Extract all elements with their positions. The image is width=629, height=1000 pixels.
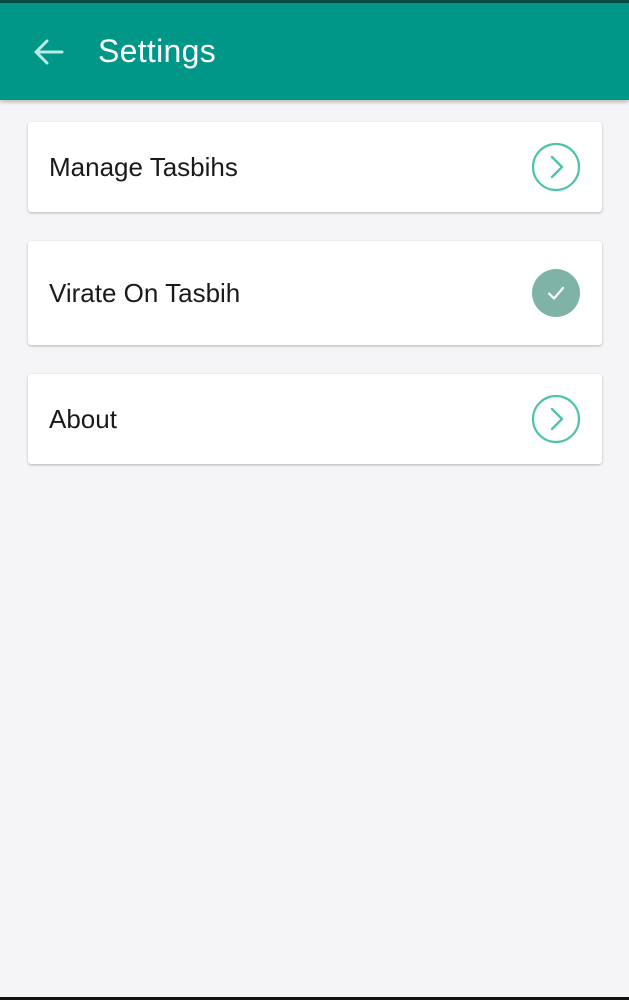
settings-item-vibrate-on-tasbih[interactable]: Virate On Tasbih <box>28 241 602 345</box>
chevron-right-circle-icon[interactable] <box>531 142 581 192</box>
arrow-left-icon <box>34 39 64 64</box>
app-bar: Settings <box>0 3 629 100</box>
page-title: Settings <box>98 33 217 69</box>
back-button[interactable] <box>27 30 71 74</box>
settings-item-about[interactable]: About <box>28 374 602 464</box>
settings-item-label: Virate On Tasbih <box>49 277 241 308</box>
settings-item-manage-tasbihs[interactable]: Manage Tasbihs <box>28 122 602 212</box>
settings-item-label: About <box>49 403 117 434</box>
check-circle-icon[interactable] <box>531 268 581 318</box>
settings-list: Manage Tasbihs Virate On Tasbih About <box>28 122 602 464</box>
settings-item-label: Manage Tasbihs <box>49 151 238 182</box>
chevron-right-circle-icon[interactable] <box>531 394 581 444</box>
